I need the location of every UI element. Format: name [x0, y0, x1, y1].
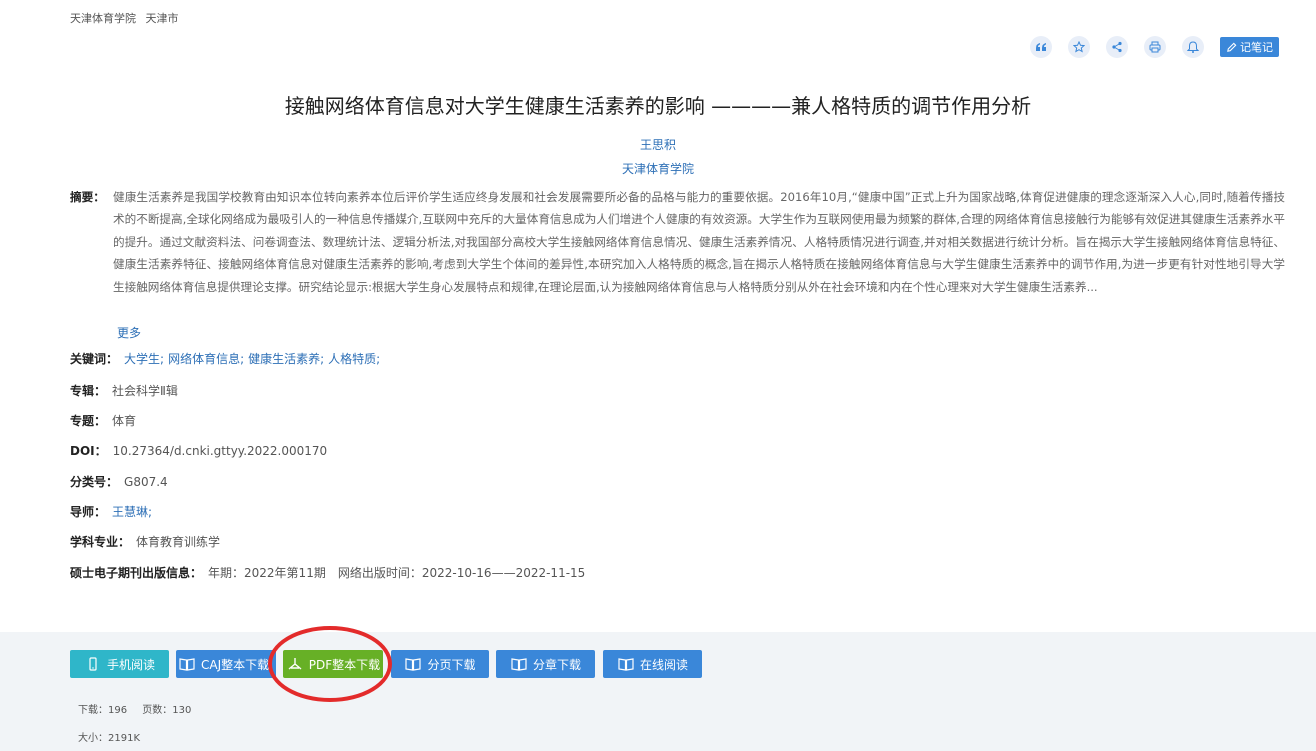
- share-icon[interactable]: [1106, 36, 1128, 58]
- page-title: 接触网络体育信息对大学生健康生活素养的影响 ————兼人格特质的调节作用分析: [284, 94, 1032, 118]
- publication-online-date: 网络出版时间：2022-10-16——2022-11-15: [337, 566, 586, 580]
- topic-row: 专题： 体育: [70, 412, 136, 429]
- breadcrumb: 天津体育学院 天津市: [70, 10, 185, 26]
- download-panel: 手机阅读 CAJ整本下载 PDF整本下载 分页下载 分章下载 在线阅读: [0, 632, 1316, 751]
- page-download-button[interactable]: 分页下载: [391, 650, 489, 678]
- star-icon[interactable]: [1068, 36, 1090, 58]
- page-download-label: 分页下载: [427, 657, 476, 672]
- keyword-link[interactable]: 大学生;: [124, 350, 164, 367]
- pdf-download-button[interactable]: PDF整本下载: [283, 650, 383, 678]
- series-label: 专辑：: [70, 384, 107, 398]
- book-icon: [511, 658, 527, 671]
- series-value: 社会科学Ⅱ辑: [112, 384, 178, 398]
- take-note-button[interactable]: 记笔记: [1220, 37, 1279, 57]
- class-value: G807.4: [124, 474, 168, 489]
- topic-value: 体育: [112, 414, 137, 428]
- publication-row: 硕士电子期刊出版信息： 年期：2022年第11期 网络出版时间：2022-10-…: [70, 564, 585, 581]
- topic-label: 专题：: [70, 414, 107, 428]
- breadcrumb-org[interactable]: 天津体育学院: [70, 12, 136, 25]
- download-stats: 下载：196 页数：130: [78, 701, 203, 716]
- online-read-button[interactable]: 在线阅读: [603, 650, 702, 678]
- advisor-link[interactable]: 王慧琳;: [112, 503, 152, 520]
- page-count: 页数：130: [142, 705, 192, 716]
- keywords-label: 关键词：: [70, 352, 119, 366]
- organization-link[interactable]: 天津体育学院: [0, 160, 1316, 177]
- abstract-text: 健康生活素养是我国学校教育由知识本位转向素养本位后评价学生适应终身发展和社会发展…: [113, 190, 1285, 294]
- mobile-read-button[interactable]: 手机阅读: [70, 650, 169, 678]
- quote-icon[interactable]: [1030, 36, 1052, 58]
- pdf-download-label: PDF整本下载: [308, 657, 381, 672]
- advisor-row: 导师： 王慧琳;: [70, 503, 156, 520]
- book-icon: [618, 658, 634, 671]
- breadcrumb-city[interactable]: 天津市: [146, 12, 179, 25]
- keywords-row: 关键词： 大学生; 网络体育信息; 健康生活素养; 人格特质;: [70, 350, 384, 367]
- caj-download-label: CAJ整本下载: [201, 657, 270, 672]
- publication-issue: 年期：2022年第11期: [208, 566, 326, 580]
- take-note-label: 记笔记: [1240, 41, 1273, 54]
- keyword-link[interactable]: 网络体育信息;: [168, 350, 244, 367]
- class-row: 分类号： G807.4: [70, 473, 168, 490]
- advisor-label: 导师：: [70, 505, 107, 519]
- abstract: 摘要： 健康生活素养是我国学校教育由知识本位转向素养本位后评价学生适应终身发展和…: [70, 186, 1285, 298]
- pdf-icon: [288, 658, 302, 670]
- bell-icon[interactable]: [1182, 36, 1204, 58]
- keyword-link[interactable]: 人格特质;: [328, 350, 380, 367]
- major-label: 学科专业：: [70, 535, 131, 549]
- chapter-download-label: 分章下载: [532, 657, 581, 672]
- phone-icon: [89, 657, 97, 671]
- abstract-label: 摘要：: [70, 190, 105, 204]
- keyword-link[interactable]: 健康生活素养;: [248, 350, 324, 367]
- online-read-label: 在线阅读: [639, 657, 688, 672]
- major-value: 体育教育训练学: [136, 535, 221, 549]
- series-row: 专辑： 社会科学Ⅱ辑: [70, 382, 178, 399]
- doi-row: DOI： 10.27364/d.cnki.gttyy.2022.000170: [70, 442, 327, 459]
- class-label: 分类号：: [70, 475, 119, 489]
- print-icon[interactable]: [1144, 36, 1166, 58]
- book-icon: [405, 658, 422, 671]
- chapter-download-button[interactable]: 分章下载: [496, 650, 595, 678]
- book-icon: [179, 658, 195, 671]
- download-count: 下载：196: [78, 705, 128, 716]
- author-link[interactable]: 王思积: [0, 136, 1316, 153]
- doi-label: DOI：: [70, 444, 107, 458]
- file-size: 大小：2191K: [78, 733, 141, 744]
- caj-download-button[interactable]: CAJ整本下载: [176, 650, 276, 678]
- toolbar: 记笔记: [1030, 36, 1279, 58]
- mobile-read-label: 手机阅读: [106, 657, 155, 672]
- major-row: 学科专业： 体育教育训练学: [70, 533, 220, 550]
- publication-label: 硕士电子期刊出版信息：: [70, 566, 203, 580]
- doi-value: 10.27364/d.cnki.gttyy.2022.000170: [112, 443, 328, 458]
- more-link[interactable]: 更多: [117, 324, 141, 341]
- edit-icon: [1227, 42, 1237, 52]
